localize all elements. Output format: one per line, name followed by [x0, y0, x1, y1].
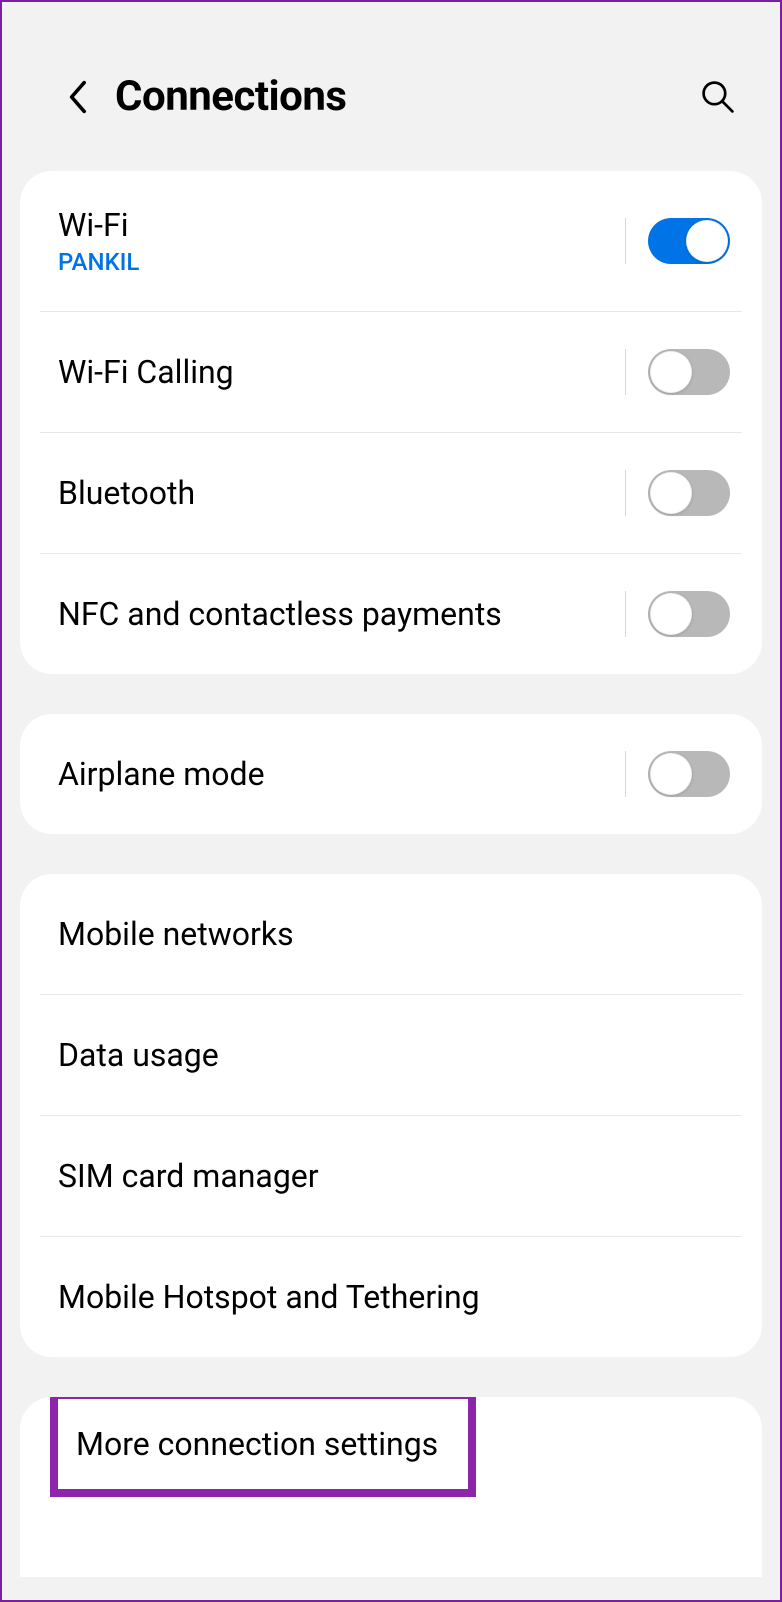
data-usage-row[interactable]: Data usage	[20, 995, 762, 1115]
bluetooth-row[interactable]: Bluetooth	[20, 433, 762, 553]
more-connection-settings-label: More connection settings	[76, 1425, 438, 1463]
search-icon	[700, 79, 736, 115]
airplane-mode-toggle[interactable]	[648, 751, 730, 797]
search-button[interactable]	[696, 75, 740, 119]
sim-card-manager-label: SIM card manager	[58, 1157, 319, 1195]
highlight-annotation: More connection settings	[50, 1397, 476, 1497]
nfc-toggle[interactable]	[648, 591, 730, 637]
divider	[625, 218, 626, 264]
header: Connections	[2, 2, 780, 171]
connection-group-2: Airplane mode	[20, 714, 762, 834]
wifi-row[interactable]: Wi-Fi PANKIL	[20, 171, 762, 311]
more-connection-settings-row[interactable]: More connection settings	[58, 1399, 468, 1489]
page-title: Connections	[115, 72, 696, 121]
divider	[625, 470, 626, 516]
wifi-label: Wi-Fi	[58, 206, 625, 244]
wifi-toggle[interactable]	[648, 218, 730, 264]
chevron-left-icon	[66, 79, 88, 115]
wifi-calling-row[interactable]: Wi-Fi Calling	[20, 312, 762, 432]
divider	[625, 349, 626, 395]
divider	[625, 591, 626, 637]
wifi-calling-toggle[interactable]	[648, 349, 730, 395]
sim-card-manager-row[interactable]: SIM card manager	[20, 1116, 762, 1236]
mobile-networks-row[interactable]: Mobile networks	[20, 874, 762, 994]
connection-group-3: Mobile networks Data usage SIM card mana…	[20, 874, 762, 1357]
airplane-mode-label: Airplane mode	[58, 755, 265, 793]
back-button[interactable]	[57, 77, 97, 117]
mobile-networks-label: Mobile networks	[58, 915, 294, 953]
bluetooth-toggle[interactable]	[648, 470, 730, 516]
nfc-row[interactable]: NFC and contactless payments	[20, 554, 762, 674]
airplane-mode-row[interactable]: Airplane mode	[20, 714, 762, 834]
mobile-hotspot-label: Mobile Hotspot and Tethering	[58, 1278, 480, 1316]
wifi-network-name: PANKIL	[58, 248, 625, 276]
mobile-hotspot-row[interactable]: Mobile Hotspot and Tethering	[20, 1237, 762, 1357]
connection-group-4: More connection settings	[20, 1397, 762, 1577]
data-usage-label: Data usage	[58, 1036, 219, 1074]
nfc-label: NFC and contactless payments	[58, 595, 502, 633]
bluetooth-label: Bluetooth	[58, 474, 195, 512]
wifi-calling-label: Wi-Fi Calling	[58, 353, 234, 391]
connection-group-1: Wi-Fi PANKIL Wi-Fi Calling Bluetooth NFC…	[20, 171, 762, 674]
divider	[625, 751, 626, 797]
